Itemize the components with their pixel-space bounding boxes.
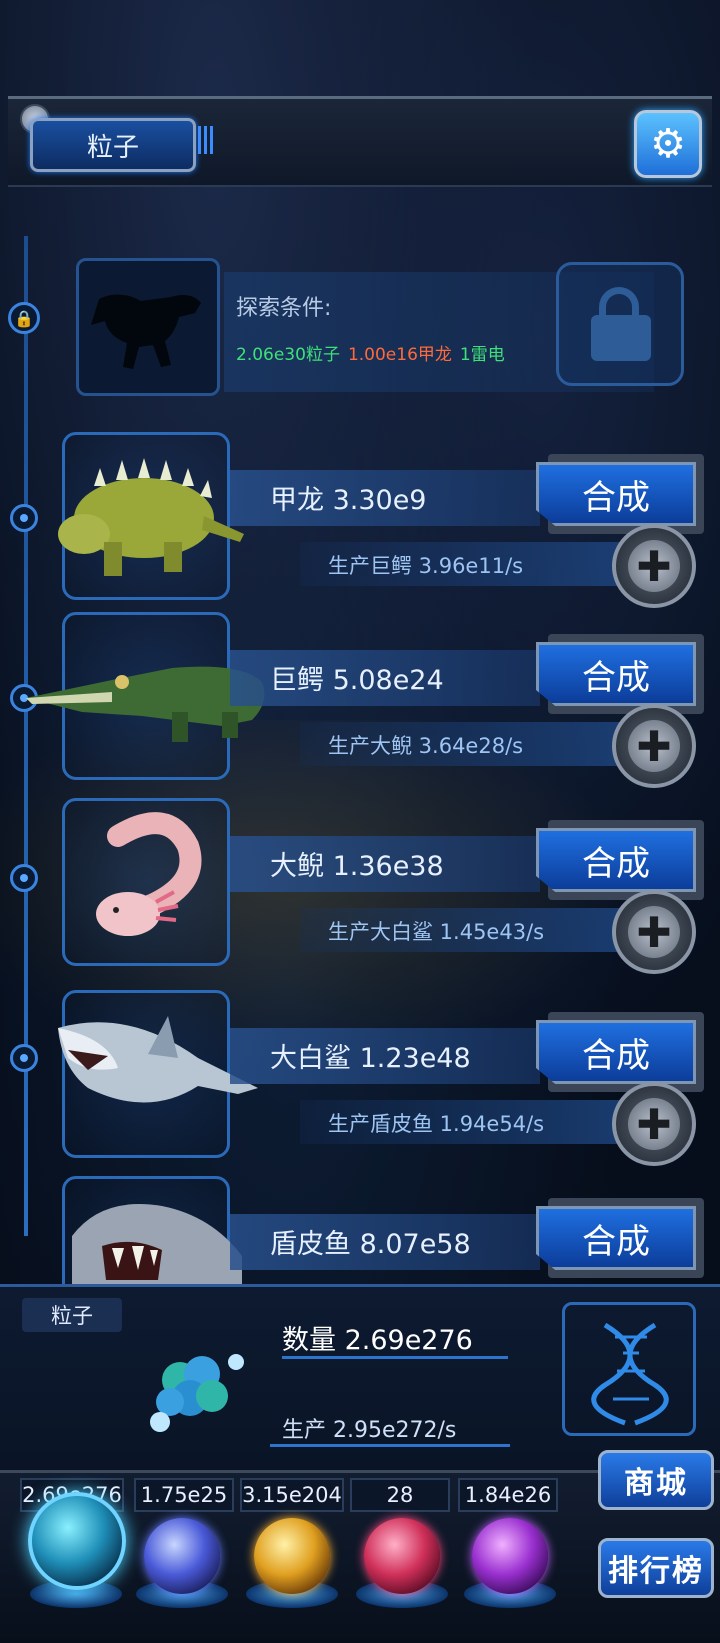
- requirement-thunder: 1雷电: [459, 345, 505, 365]
- creature-row-ankylosaur: 甲龙 3.30e9 生产巨鳄 3.96e11/s 合成 ✚: [0, 432, 720, 612]
- creature-row-salamander: 大鲵 1.36e38 生产大白鲨 1.45e43/s 合成 ✚: [0, 798, 720, 978]
- dna-panel: [562, 1302, 696, 1436]
- info-panel-tab: 粒子: [22, 1298, 122, 1332]
- creature-name-count: 甲龙 3.30e9: [270, 485, 427, 516]
- plus-icon: ✚: [628, 720, 680, 772]
- requirement-ankylosaur: 1.00e16甲龙: [347, 345, 452, 365]
- shop-button[interactable]: 商城: [598, 1450, 714, 1510]
- resource-tab[interactable]: 粒子: [30, 118, 196, 172]
- synthesize-button[interactable]: 合成: [536, 1206, 696, 1270]
- placoderm-image: [72, 1204, 242, 1284]
- synthesize-button[interactable]: 合成: [536, 462, 696, 526]
- resource-tab-label: 粒子: [86, 132, 139, 163]
- creature-name-count: 大白鲨 1.23e48: [270, 1043, 471, 1074]
- resource-value-fire: 3.15e204: [240, 1478, 344, 1512]
- creature-name-count: 巨鳄 5.08e24: [270, 665, 444, 696]
- timeline-lock-icon: 🔒: [8, 302, 40, 334]
- resource-quantity: 数量 2.69e276: [282, 1325, 473, 1356]
- top-bar: 粒子 ⚙: [8, 96, 712, 192]
- resource-value-lightning: 1.75e25: [134, 1478, 234, 1512]
- creature-production-rate: 生产盾皮鱼 1.94e54/s: [328, 1112, 545, 1136]
- particle-orb-icon[interactable]: [28, 1492, 126, 1590]
- condition-title: 探索条件:: [236, 296, 332, 321]
- rate-underline: [270, 1444, 510, 1447]
- requirement-particle: 2.06e30粒子: [236, 345, 340, 365]
- plus-icon: ✚: [628, 540, 680, 592]
- lightning-orb-icon[interactable]: [144, 1518, 220, 1594]
- ranking-button[interactable]: 排行榜: [598, 1538, 714, 1598]
- locked-slot: [556, 262, 684, 386]
- dna-icon: [591, 1322, 669, 1426]
- plus-icon: ✚: [628, 906, 680, 958]
- resource-production-rate: 生产 2.95e272/s: [282, 1418, 457, 1443]
- resource-value-vortex: 1.84e26: [458, 1478, 558, 1512]
- upgrade-button[interactable]: ✚: [612, 1082, 696, 1166]
- locked-creature-silhouette: [76, 258, 220, 396]
- creature-name-count: 大鲵 1.36e38: [270, 851, 444, 882]
- creature-row-placoderm: 盾皮鱼 8.07e58 合成: [0, 1176, 720, 1284]
- creature-production-rate: 生产巨鳄 3.96e11/s: [328, 554, 524, 578]
- ankylosaur-image: [58, 458, 244, 576]
- creature-production-rate: 生产大鲵 3.64e28/s: [328, 734, 524, 758]
- upgrade-button[interactable]: ✚: [612, 524, 696, 608]
- vortex-orb-icon[interactable]: [472, 1518, 548, 1594]
- creature-name-count: 盾皮鱼 8.07e58: [270, 1229, 471, 1260]
- salamander-image: [96, 812, 202, 936]
- fire-orb-icon[interactable]: [254, 1518, 330, 1594]
- condition-requirements: 2.06e30粒子 1.00e16甲龙 1雷电: [236, 340, 505, 365]
- creature-row-shark: 大白鲨 1.23e48 生产盾皮鱼 1.94e54/s 合成 ✚: [0, 990, 720, 1170]
- upgrade-button[interactable]: ✚: [612, 704, 696, 788]
- gear-icon: ⚙: [650, 121, 686, 167]
- creature-production-rate: 生产大白鲨 1.45e43/s: [328, 920, 545, 944]
- lock-icon: [591, 315, 651, 361]
- synthesize-button[interactable]: 合成: [536, 828, 696, 892]
- resource-value-brain: 28: [350, 1478, 450, 1512]
- quantity-underline: [282, 1356, 508, 1359]
- particle-cluster-icon: [150, 1354, 244, 1432]
- upgrade-button[interactable]: ✚: [612, 890, 696, 974]
- synthesize-button[interactable]: 合成: [536, 642, 696, 706]
- settings-button[interactable]: ⚙: [634, 110, 702, 178]
- synthesize-button[interactable]: 合成: [536, 1020, 696, 1084]
- plus-icon: ✚: [628, 1098, 680, 1150]
- brain-orb-icon[interactable]: [364, 1518, 440, 1594]
- decor-stripes: [198, 126, 216, 154]
- creature-row-crocodile: 巨鳄 5.08e24 生产大鲵 3.64e28/s 合成 ✚: [0, 612, 720, 792]
